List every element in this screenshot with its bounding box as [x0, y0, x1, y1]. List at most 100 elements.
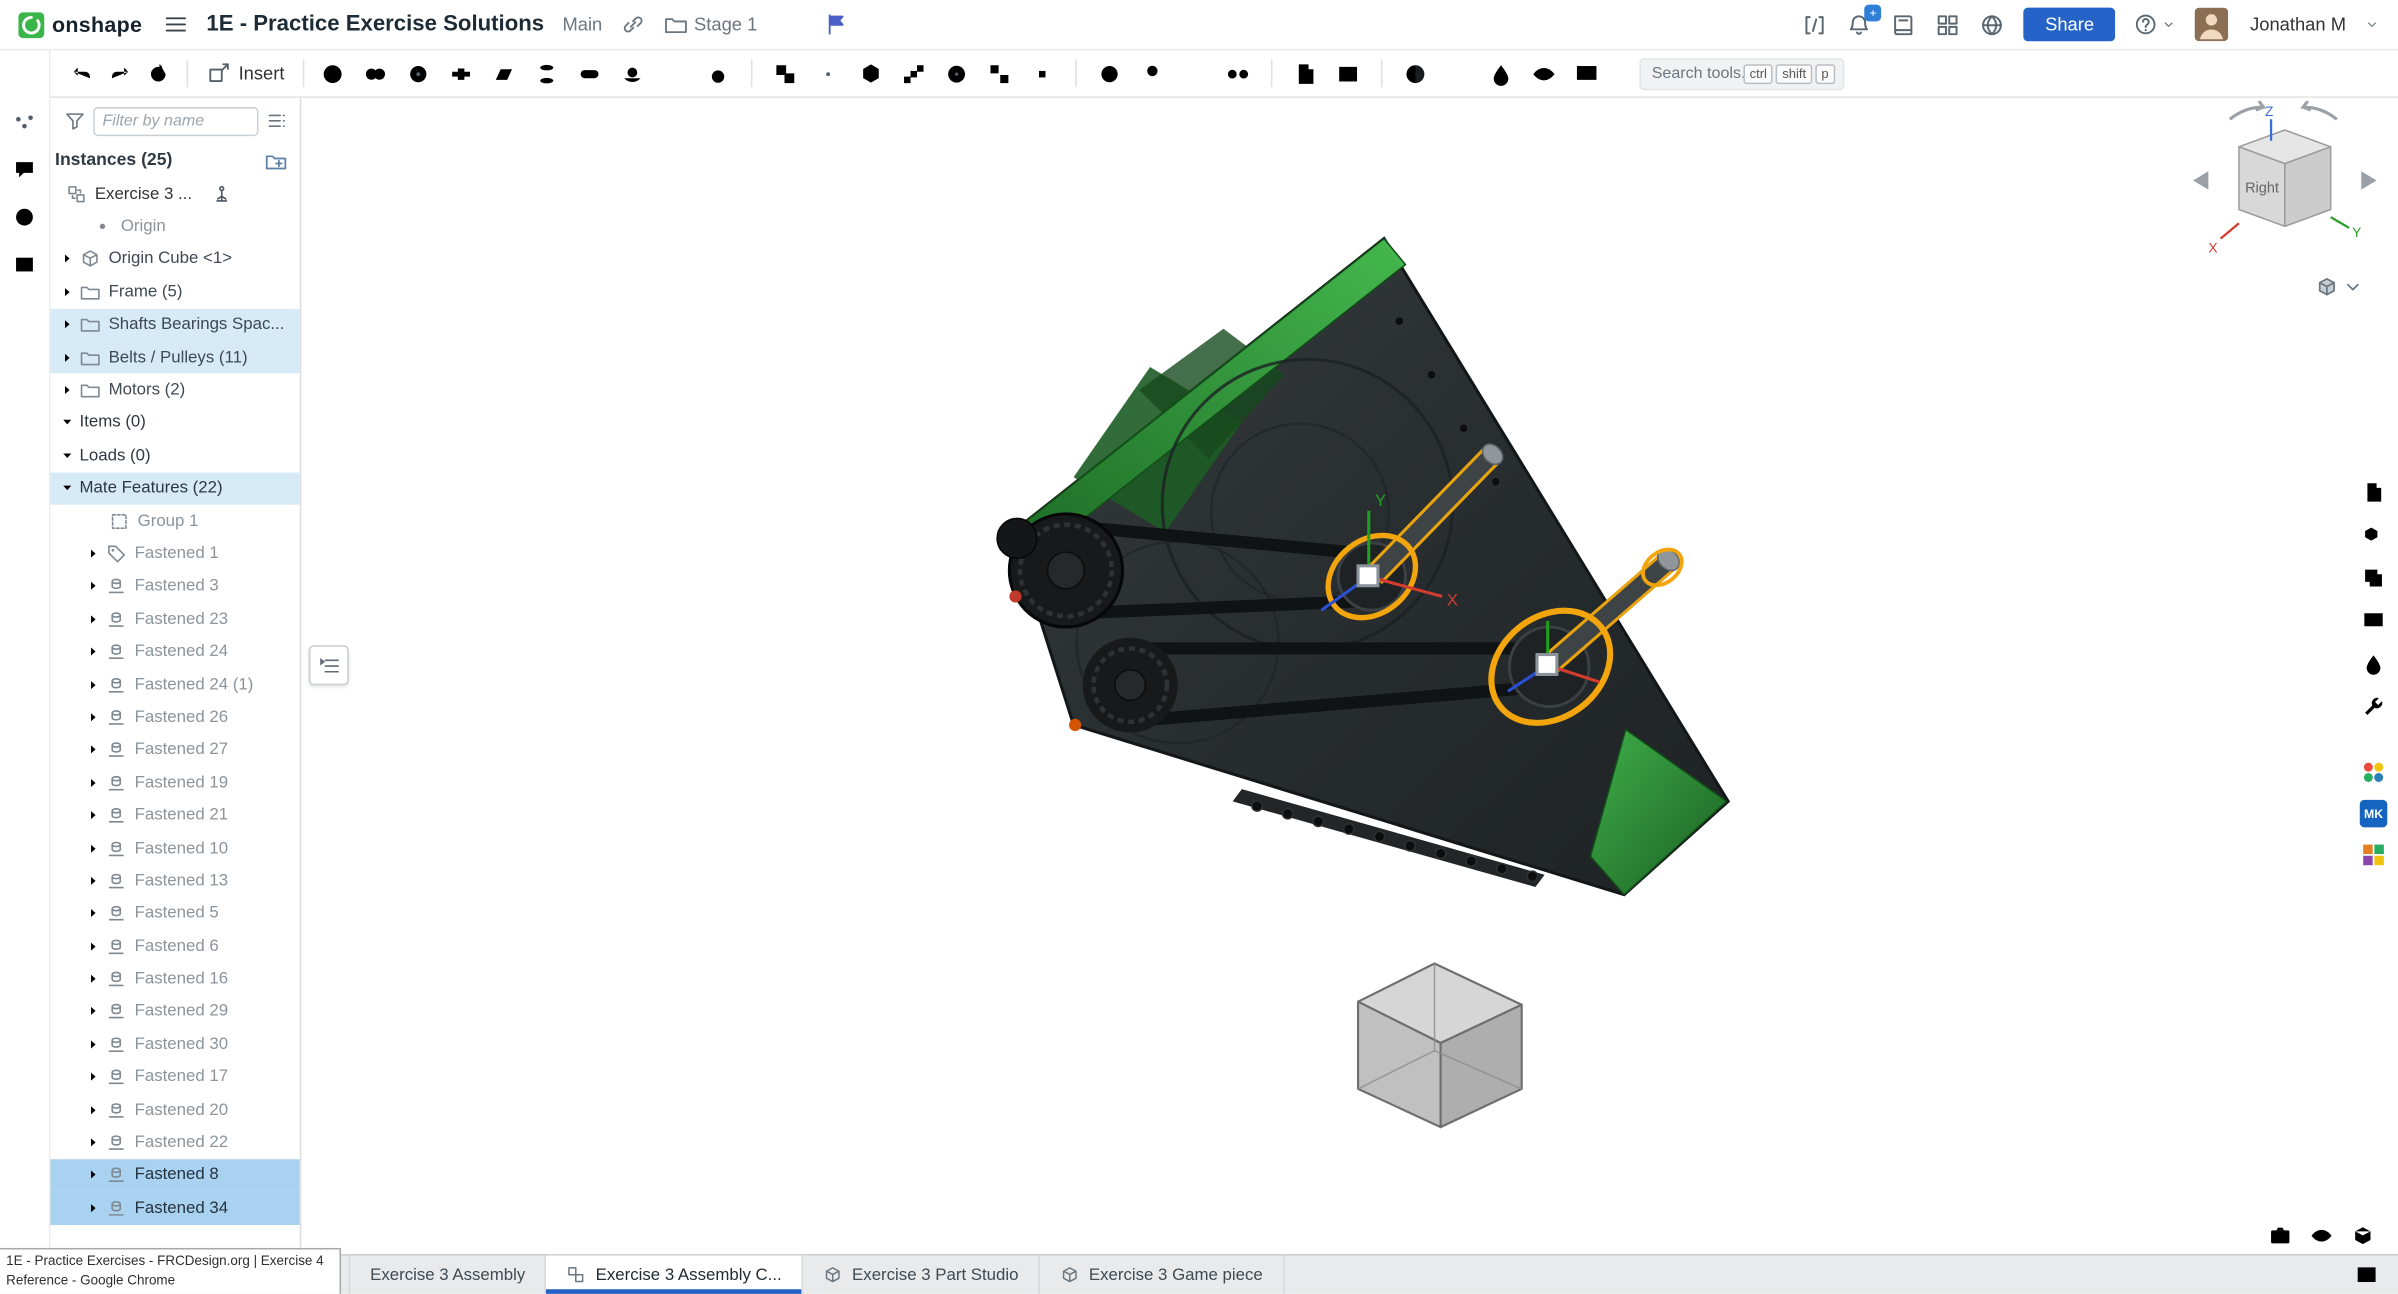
doc-panel-icon[interactable]	[2358, 477, 2389, 508]
tool-section-view[interactable]	[1396, 54, 1434, 92]
tab-exercise-3-assembly-c[interactable]: Exercise 3 Assembly C...	[547, 1256, 803, 1294]
tool-revolute-mate[interactable]	[399, 54, 437, 92]
chevron-right-icon[interactable]	[58, 283, 79, 301]
tool-cylindrical-mate[interactable]	[528, 54, 566, 92]
hidden-parts-icon[interactable]	[2349, 1222, 2377, 1250]
mate-features-panel-handle[interactable]	[309, 645, 349, 685]
onshape-logo[interactable]: onshape	[18, 11, 142, 37]
chevron-right-icon[interactable]	[58, 315, 79, 333]
tree-row[interactable]: Fastened 19	[50, 766, 299, 799]
tree-row[interactable]: Origin Cube <1>	[50, 243, 299, 276]
tree-row[interactable]: Fastened 24 (1)	[50, 668, 299, 701]
tree-root-row[interactable]: Exercise 3 ...	[50, 177, 299, 210]
add-folder-icon[interactable]	[265, 149, 288, 172]
screenshot-icon[interactable]	[2266, 1222, 2294, 1250]
tool-planar-mate[interactable]	[485, 54, 523, 92]
chevron-down-icon[interactable]	[58, 446, 79, 464]
tool-screw-relation[interactable]	[1176, 54, 1214, 92]
chevron-right-icon[interactable]	[84, 675, 105, 693]
app-palette-icon[interactable]	[2360, 841, 2388, 869]
chevron-right-icon[interactable]	[84, 1002, 105, 1020]
chevron-right-icon[interactable]	[84, 904, 105, 922]
tree-row[interactable]: Fastened 8	[50, 1159, 299, 1192]
chevron-right-icon[interactable]	[84, 643, 105, 661]
tool-isolate[interactable]	[1525, 54, 1563, 92]
user-menu-caret-icon[interactable]	[2364, 17, 2379, 32]
configurations-panel[interactable]	[8, 106, 42, 140]
tree-row[interactable]: Fastened 5	[50, 897, 299, 930]
list-options-icon[interactable]	[266, 110, 287, 131]
tools-panel-icon[interactable]	[2358, 691, 2389, 722]
chevron-down-icon[interactable]	[58, 414, 79, 432]
tab-manager-icon[interactable]	[2348, 1256, 2386, 1294]
filter-icon[interactable]	[64, 110, 85, 131]
tree-row[interactable]: Fastened 13	[50, 864, 299, 897]
chevron-right-icon[interactable]	[58, 250, 79, 268]
tool-appearance[interactable]	[1482, 54, 1520, 92]
tool-tangent-mate[interactable]	[699, 54, 737, 92]
tree-row[interactable]: Fastened 6	[50, 930, 299, 963]
tool-belt-relation[interactable]	[1219, 54, 1257, 92]
chevron-right-icon[interactable]	[58, 348, 79, 366]
tree-row[interactable]: Fastened 24	[50, 635, 299, 668]
filter-input[interactable]	[93, 106, 258, 135]
avatar[interactable]	[2195, 8, 2229, 42]
chevron-right-icon[interactable]	[84, 610, 105, 628]
chevron-right-icon[interactable]	[84, 544, 105, 562]
tree-row[interactable]: Fastened 23	[50, 603, 299, 636]
featurescript-icon[interactable]	[1802, 11, 1828, 37]
redo-button[interactable]	[101, 54, 139, 92]
app-store-icon[interactable]	[1935, 11, 1961, 37]
tree-row[interactable]: Loads (0)	[50, 439, 299, 472]
chevron-right-icon[interactable]	[84, 1035, 105, 1053]
search-tools-box[interactable]: ctrlshiftp	[1639, 57, 1844, 89]
chevron-right-icon[interactable]	[58, 381, 79, 399]
assembly-model[interactable]: Y X	[997, 239, 1728, 1128]
link-icon[interactable]	[621, 12, 645, 36]
view-cube-face-label[interactable]: Right	[2245, 181, 2279, 197]
chevron-right-icon[interactable]	[84, 806, 105, 824]
learning-center-icon[interactable]	[1891, 11, 1917, 37]
instances-list-toggle[interactable]	[8, 58, 42, 92]
main-menu-icon[interactable]	[164, 12, 188, 36]
share-button[interactable]: Share	[2024, 8, 2116, 42]
tool-rack-pinion-relation[interactable]	[1133, 54, 1171, 92]
tool-group[interactable]	[766, 54, 804, 92]
layout-panel-icon[interactable]	[2358, 606, 2389, 637]
tree-row[interactable]: Group 1	[50, 505, 299, 538]
tool-ball-mate[interactable]	[613, 54, 651, 92]
tool-linear-pattern[interactable]	[895, 54, 933, 92]
tool-snapshot[interactable]	[314, 54, 352, 92]
insert-button[interactable]: Insert	[197, 61, 293, 85]
tool-replicate[interactable]	[980, 54, 1018, 92]
tool-display-options[interactable]	[1568, 54, 1606, 92]
tree-row[interactable]: Frame (5)	[50, 276, 299, 309]
chevron-right-icon[interactable]	[84, 937, 105, 955]
tree-row[interactable]: Belts / Pulleys (11)	[50, 341, 299, 374]
tab-exercise-3-assembly[interactable]: Exercise 3 Assembly	[349, 1256, 547, 1294]
origin-cube-part[interactable]	[1358, 963, 1522, 1127]
copy-panel-icon[interactable]	[2358, 563, 2389, 594]
tool-slider-mate[interactable]	[442, 54, 480, 92]
appearance-panel-icon[interactable]	[2358, 648, 2389, 679]
tree-row[interactable]: Shafts Bearings Spac...	[50, 308, 299, 341]
undo-button[interactable]	[63, 54, 101, 92]
tool-named-positions[interactable]	[1329, 54, 1367, 92]
versions-history-panel[interactable]	[8, 200, 42, 234]
tool-circular-pattern[interactable]	[938, 54, 976, 92]
chevron-down-icon[interactable]	[58, 479, 79, 497]
chevron-right-icon[interactable]	[84, 708, 105, 726]
flag-icon[interactable]	[825, 12, 849, 36]
chevron-right-icon[interactable]	[84, 1199, 105, 1217]
tree-row[interactable]: Fastened 29	[50, 995, 299, 1028]
chevron-right-icon[interactable]	[84, 970, 105, 988]
tree-row[interactable]: Fastened 3	[50, 570, 299, 603]
chevron-right-icon[interactable]	[84, 741, 105, 759]
tree-row[interactable]: Fastened 26	[50, 701, 299, 734]
tool-standard-content[interactable]	[852, 54, 890, 92]
tool-parallel-mate[interactable]	[656, 54, 694, 92]
notifications-icon[interactable]: +	[1846, 11, 1872, 37]
tool-pin-slot-mate[interactable]	[570, 54, 608, 92]
tree-row[interactable]: Fastened 30	[50, 1028, 299, 1061]
chevron-right-icon[interactable]	[84, 577, 105, 595]
